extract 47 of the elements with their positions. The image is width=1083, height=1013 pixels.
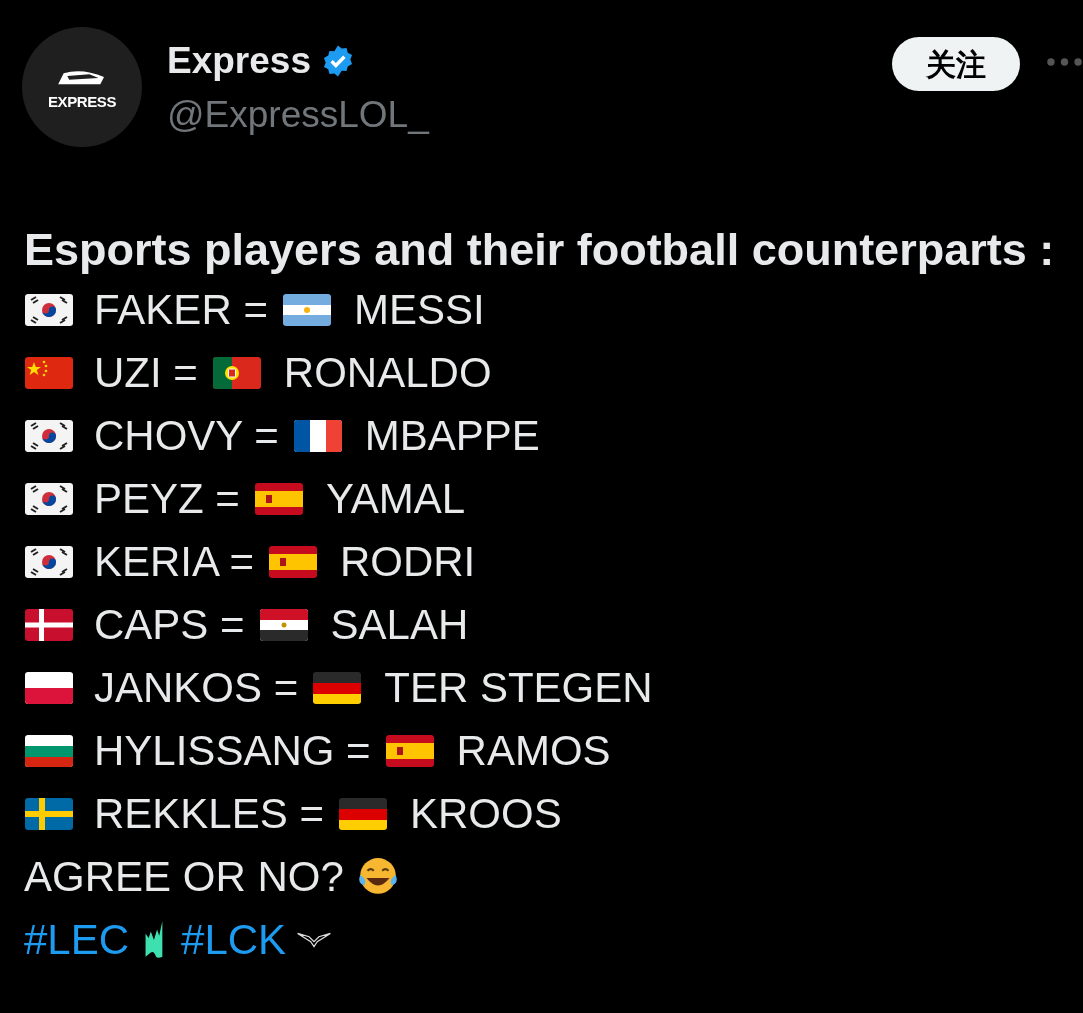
hashtag-link[interactable]: #LEC [24,918,130,961]
hashtag-link[interactable]: #LCK [181,918,287,961]
more-icon[interactable] [1046,57,1083,67]
flag-icon [253,482,304,515]
avatar-label: EXPRESS [47,93,117,109]
footballer-name: MBAPPE [364,414,540,457]
player-name: HYLISSANG = [94,729,371,772]
flag-icon [24,671,74,704]
footballer-name: TER STEGEN [384,666,653,709]
flag-icon [312,671,363,704]
player-name: FAKER = [94,288,268,331]
flag-icon [258,608,309,641]
player-name: CAPS = [94,603,245,646]
player-name: UZI = [94,351,198,394]
flag-icon [24,797,74,830]
flag-icon [267,545,318,578]
avatar[interactable]: EXPRESS [22,27,142,147]
footballer-name: MESSI [353,288,485,331]
footballer-name: KROOS [409,792,562,835]
flag-icon [384,734,435,767]
post-title: Esports players and their football counterparts : [24,223,1055,277]
flag-icon [292,419,343,452]
account-name: Express [167,42,311,79]
player-name: JANKOS = [94,666,299,709]
player-name: KERIA = [94,540,254,583]
player-name: CHOVY = [94,414,279,457]
player-name: PEYZ = [94,477,240,520]
flag-icon [24,608,74,641]
flag-icon [211,356,262,389]
footballer-name: RAMOS [456,729,611,772]
account-handle: @ExpressLOL_ [167,96,429,133]
flag-icon [24,356,74,389]
flag-icon [337,797,388,830]
follow-button[interactable]: 关注 [892,37,1020,91]
flag-icon [281,293,332,326]
flag-icon [24,482,74,515]
footballer-name: YAMAL [325,477,466,520]
footballer-name: RODRI [339,540,476,583]
player-name: REKKLES = [94,792,324,835]
flag-icon [24,293,74,326]
footballer-name: RONALDO [283,351,492,394]
flag-icon [24,419,74,452]
flag-icon [24,545,74,578]
question-text: AGREE OR NO? [24,855,344,898]
footballer-name: SALAH [330,603,469,646]
flag-icon [24,734,74,767]
bird-icon [296,930,333,949]
